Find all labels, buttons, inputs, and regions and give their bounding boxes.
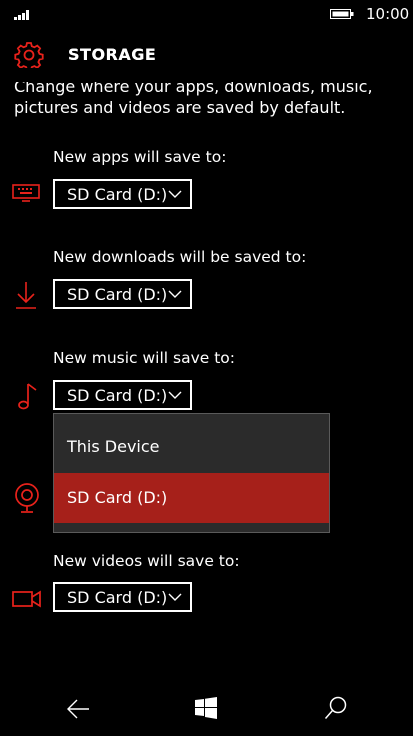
option-sd-card[interactable]: SD Card (D:) xyxy=(54,473,329,523)
description-text: Change where your apps, downloads, music… xyxy=(14,77,373,117)
header-overlap xyxy=(0,68,413,82)
status-bar: 10:00 xyxy=(0,0,413,32)
battery-icon xyxy=(330,9,354,19)
webcam-icon xyxy=(15,483,39,513)
chevron-down-icon xyxy=(168,391,182,399)
music-save-label: New music will save to: xyxy=(53,349,236,367)
clock: 10:00 xyxy=(366,5,410,23)
option-this-device[interactable]: This Device xyxy=(54,422,329,472)
videos-save-label: New videos will save to: xyxy=(53,552,240,570)
download-icon xyxy=(16,282,36,309)
apps-save-label: New apps will save to: xyxy=(53,148,227,166)
gear-icon xyxy=(14,42,44,70)
music-location-value: SD Card (D:) xyxy=(67,386,168,405)
chevron-down-icon xyxy=(168,190,182,198)
apps-location-dropdown[interactable]: SD Card (D:) xyxy=(53,179,192,209)
windows-start-icon[interactable] xyxy=(195,697,217,719)
music-note-icon xyxy=(18,383,37,410)
search-icon[interactable] xyxy=(324,696,348,720)
keyboard-icon xyxy=(12,184,40,202)
location-options-list: This Device SD Card (D:) xyxy=(53,413,330,533)
back-arrow-icon[interactable] xyxy=(66,697,90,721)
apps-location-value: SD Card (D:) xyxy=(67,185,168,204)
downloads-save-label: New downloads will be saved to: xyxy=(53,248,307,266)
chevron-down-icon xyxy=(168,593,182,601)
downloads-location-value: SD Card (D:) xyxy=(67,285,168,304)
chevron-down-icon xyxy=(168,290,182,298)
videos-location-value: SD Card (D:) xyxy=(67,588,168,607)
page-title-overlay: STORAGE xyxy=(68,45,157,64)
videos-location-dropdown[interactable]: SD Card (D:) xyxy=(53,582,192,612)
navigation-bar xyxy=(0,680,413,736)
signal-strength-icon xyxy=(14,10,29,20)
downloads-location-dropdown[interactable]: SD Card (D:) xyxy=(53,279,192,309)
music-location-dropdown[interactable]: SD Card (D:) xyxy=(53,380,192,410)
video-camera-icon xyxy=(12,590,41,608)
